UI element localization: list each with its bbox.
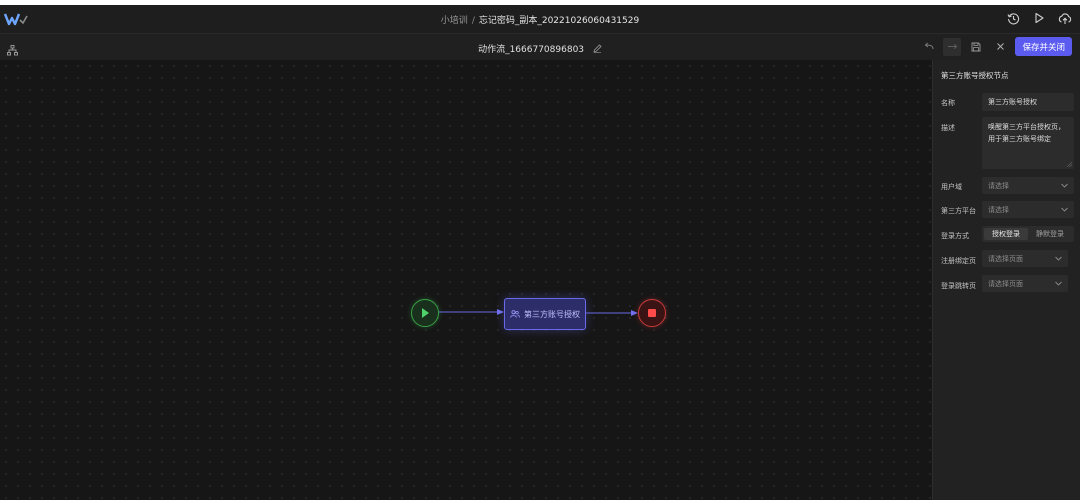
task-node-label: 第三方账号授权 — [524, 309, 580, 319]
flow-canvas[interactable]: 第三方账号授权 — [0, 60, 932, 500]
platform-placeholder: 请选择 — [988, 205, 1009, 214]
chevron-down-icon — [1061, 207, 1068, 212]
flow-edges — [437, 309, 638, 316]
breadcrumb-separator: / — [471, 16, 475, 26]
panel-title: 第三方账号授权节点 — [941, 71, 1009, 80]
users-icon — [510, 310, 520, 318]
redirect-page-select[interactable]: 请选择页面 — [982, 275, 1068, 292]
name-input[interactable]: 第三方账号授权 — [982, 93, 1074, 111]
description-textarea[interactable]: 唤醒第三方平台授权页， 用于第三方账号绑定 — [982, 117, 1074, 169]
login-mode-silent[interactable]: 静默登录 — [1028, 228, 1072, 240]
play-icon — [422, 308, 429, 318]
edit-icon[interactable] — [593, 43, 602, 56]
login-mode-toggle: 授权登录 静默登录 — [982, 226, 1074, 242]
bind-page-select[interactable]: 请选择页面 — [982, 250, 1068, 267]
description-label: 描述 — [941, 124, 955, 132]
chevron-down-icon — [1055, 256, 1062, 261]
chevron-down-icon — [1055, 281, 1062, 286]
login-mode-authorize[interactable]: 授权登录 — [984, 228, 1028, 240]
redirect-page-placeholder: 请选择页面 — [988, 279, 1023, 288]
description-text: 唤醒第三方平台授权页， 用于第三方账号绑定 — [988, 121, 1065, 145]
app-window: 小培训 / 忘记密码_副本_20221026060431529 动作流_166677… — [0, 5, 1080, 500]
redo-icon[interactable] — [943, 37, 962, 56]
platform-select[interactable]: 请选择 — [982, 201, 1074, 218]
name-label: 名称 — [941, 99, 955, 107]
user-domain-placeholder: 请选择 — [988, 181, 1009, 190]
bind-page-label: 注册绑定页 — [941, 257, 976, 265]
bind-page-placeholder: 请选择页面 — [988, 254, 1023, 263]
task-node[interactable]: 第三方账号授权 — [504, 298, 586, 330]
stop-icon — [648, 309, 656, 317]
flow-actions: 保存并关闭 — [919, 37, 1072, 56]
history-icon[interactable] — [1006, 11, 1020, 25]
edge-task-to-end-arrow — [631, 310, 638, 316]
save-and-close-button[interactable]: 保存并关闭 — [1015, 37, 1072, 56]
name-input-value: 第三方账号授权 — [988, 98, 1037, 106]
undo-icon[interactable] — [919, 38, 937, 56]
resize-handle-icon[interactable] — [1067, 162, 1072, 167]
description-line-2: 用于第三方账号绑定 — [988, 135, 1051, 143]
flow-toolbar: 动作流_1666770896803 保存并关闭 — [0, 34, 1080, 61]
play-icon[interactable] — [1032, 11, 1046, 25]
breadcrumb: 小培训 / 忘记密码_副本_20221026060431529 — [0, 13, 1080, 26]
user-domain-label: 用户域 — [941, 183, 962, 191]
top-actions — [1006, 11, 1072, 25]
save-icon[interactable] — [967, 38, 985, 56]
breadcrumb-parent[interactable]: 小培训 — [441, 16, 468, 26]
cloud-upload-icon[interactable] — [1058, 11, 1072, 25]
login-mode-label: 登录方式 — [941, 232, 969, 240]
flow-name-text: 动作流_1666770896803 — [478, 45, 585, 55]
close-icon[interactable] — [991, 38, 1009, 56]
flow-title: 动作流_1666770896803 — [0, 42, 1080, 56]
top-bar: 小培训 / 忘记密码_副本_20221026060431529 — [0, 5, 1080, 34]
start-node[interactable] — [411, 299, 439, 327]
breadcrumb-current: 忘记密码_副本_20221026060431529 — [478, 16, 640, 26]
description-line-1: 唤醒第三方平台授权页， — [988, 123, 1065, 131]
edge-start-to-task-arrow — [497, 309, 504, 315]
end-node[interactable] — [638, 299, 666, 327]
chevron-down-icon — [1061, 183, 1068, 188]
properties-panel: 第三方账号授权节点 名称 第三方账号授权 描述 唤醒第三方平台授权页， 用于第三… — [932, 60, 1080, 500]
redirect-page-label: 登录跳转页 — [941, 282, 976, 290]
platform-label: 第三方平台 — [941, 207, 976, 215]
user-domain-select[interactable]: 请选择 — [982, 177, 1074, 194]
